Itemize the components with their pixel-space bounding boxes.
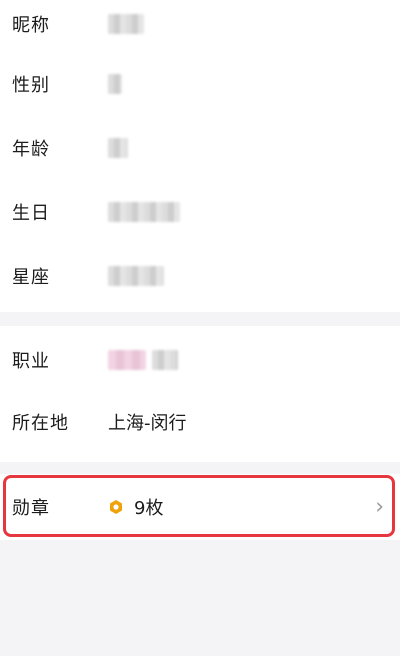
constellation-row[interactable]: 星座: [0, 244, 400, 308]
job-label: 职业: [12, 351, 50, 372]
location-value: 上海-闵行: [108, 413, 187, 434]
location-label: 所在地: [12, 413, 69, 434]
birthday-row[interactable]: 生日: [0, 180, 400, 244]
redacted-value: [152, 350, 178, 370]
redacted-value: [108, 138, 128, 158]
gender-row[interactable]: 性别: [0, 52, 400, 116]
gender-value: [108, 74, 122, 94]
constellation-label: 星座: [12, 267, 50, 288]
age-value: [108, 138, 128, 158]
redacted-value: [108, 202, 180, 222]
medal-label: 勋章: [12, 498, 50, 519]
medal-row[interactable]: 勋章 9枚 ›: [0, 474, 400, 540]
redacted-value: [108, 14, 144, 34]
chevron-right-icon: ›: [375, 494, 384, 520]
medal-icon: [108, 499, 124, 515]
job-row[interactable]: 职业: [0, 328, 400, 392]
profile-page: 昵称 性别 年龄 生日 星座 职业 所在地 上海-闵行 勋章 9枚 ›: [0, 0, 400, 656]
birthday-value: [108, 202, 180, 222]
redacted-value: [108, 266, 164, 286]
job-value: [108, 350, 178, 370]
nickname-value: [108, 14, 144, 34]
nickname-row[interactable]: 昵称: [0, 0, 400, 56]
basic-info-section: 昵称 性别 年龄 生日 星座: [0, 0, 400, 312]
nickname-label: 昵称: [12, 15, 50, 36]
extra-info-section: 职业 所在地 上海-闵行: [0, 326, 400, 462]
gender-label: 性别: [12, 75, 50, 96]
age-row[interactable]: 年龄: [0, 116, 400, 180]
medal-value: 9枚: [108, 494, 163, 520]
constellation-value: [108, 266, 164, 286]
medal-count: 9枚: [134, 498, 164, 519]
location-row[interactable]: 所在地 上海-闵行: [0, 390, 400, 454]
age-label: 年龄: [12, 139, 50, 160]
redacted-value: [108, 74, 122, 94]
birthday-label: 生日: [12, 203, 50, 224]
medal-section: 勋章 9枚 ›: [0, 474, 400, 540]
redacted-value: [108, 350, 146, 370]
